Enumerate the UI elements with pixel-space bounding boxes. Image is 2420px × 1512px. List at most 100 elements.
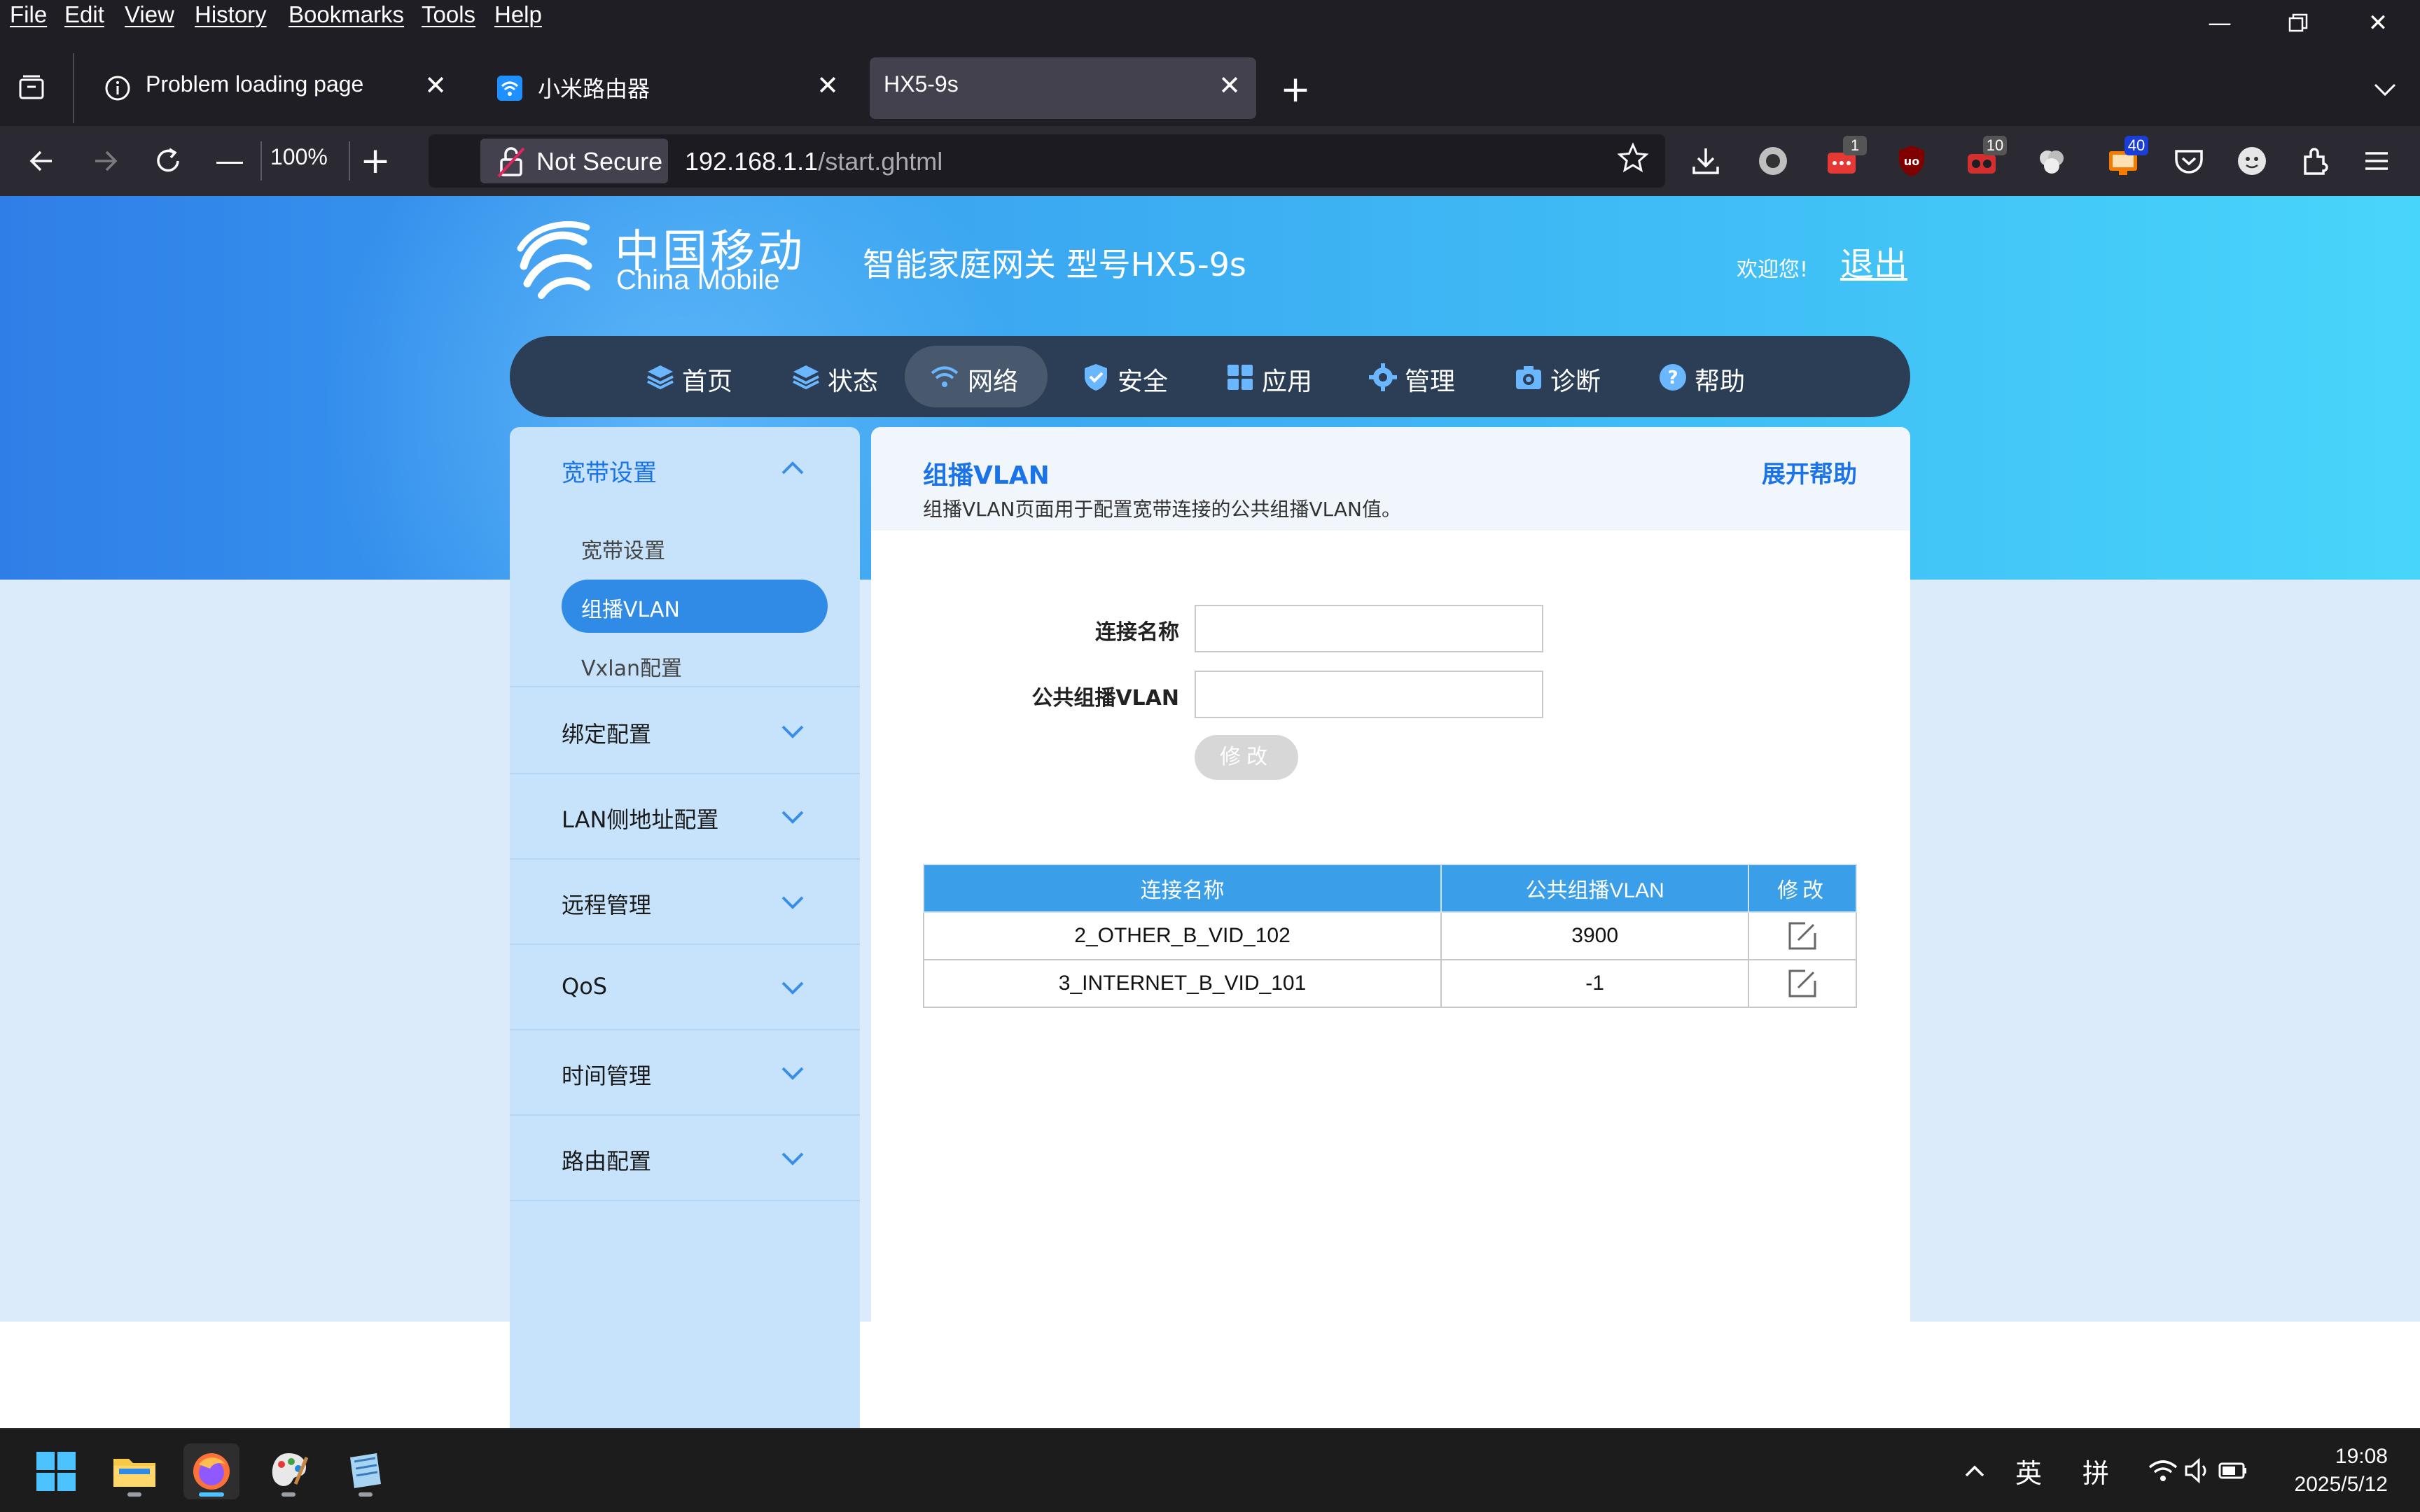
forward-button[interactable] — [83, 139, 127, 183]
sidebar-group-lan[interactable]: LAN侧地址配置 — [510, 774, 860, 860]
star-icon — [1617, 142, 1649, 173]
start-button[interactable] — [28, 1443, 84, 1499]
multicast-vlan-input[interactable] — [1195, 671, 1543, 718]
nav-apps[interactable]: 应用 — [1225, 346, 1330, 407]
url-bar[interactable]: Not Secure 192.168.1.1/start.ghtml — [429, 134, 1665, 188]
reload-icon — [157, 148, 179, 172]
nav-help[interactable]: ? 帮助 — [1658, 346, 1763, 407]
sidebar-group-label: LAN侧地址配置 — [562, 806, 719, 833]
shield-icon — [1085, 364, 1107, 391]
extension-c-button[interactable]: 10 — [1963, 136, 2007, 179]
nav-management[interactable]: 管理 — [1368, 346, 1473, 407]
sidebar-group-label: 宽带设置 — [562, 459, 657, 487]
nav-status[interactable]: 状态 — [791, 346, 896, 407]
sidebar-item-multicast-vlan[interactable]: 组播VLAN — [562, 580, 828, 633]
account-button[interactable] — [2234, 143, 2270, 179]
connection-name-input[interactable] — [1195, 605, 1543, 652]
chevron-up-icon — [1965, 1465, 1984, 1477]
tab-manager-icon — [19, 75, 44, 99]
logout-link[interactable]: 退出 — [1840, 237, 1907, 286]
downloads-button[interactable] — [1688, 143, 1724, 179]
tab-xiaomi-router[interactable]: 小米路由器 ✕ — [476, 57, 854, 119]
nav-network[interactable]: 网络 — [905, 346, 1048, 407]
tab-divider — [73, 53, 74, 123]
not-secure-label: Not Secure — [536, 147, 663, 176]
pocket-button[interactable] — [2171, 143, 2207, 179]
sidebar-group-qos[interactable]: QoS — [510, 945, 860, 1030]
nav-label: 网络 — [968, 368, 1019, 396]
tab-close-button[interactable]: ✕ — [816, 70, 839, 101]
nav-label: 安全 — [1118, 368, 1169, 396]
row-edit-button[interactable] — [1748, 911, 1857, 960]
zoom-in-button[interactable]: + — [353, 139, 398, 183]
minimize-button[interactable]: — — [2199, 6, 2241, 41]
reload-button[interactable] — [146, 139, 190, 183]
sidebar-item-broadband-settings[interactable]: 宽带设置 — [562, 521, 828, 574]
extension-d-button[interactable] — [2033, 143, 2070, 179]
tab-close-button[interactable]: ✕ — [424, 70, 447, 101]
ublock-origin-button[interactable]: uo — [1893, 143, 1930, 179]
sidebar-group-routing[interactable]: 路由配置 — [510, 1116, 860, 1201]
menu-edit[interactable]: Edit — [64, 1, 104, 28]
extension-e-button[interactable]: 40 — [2105, 136, 2148, 179]
tab-hx5-active[interactable]: HX5-9s ✕ — [870, 57, 1256, 119]
extensions-button[interactable] — [2297, 143, 2333, 179]
cell-multicast-vlan: -1 — [1440, 959, 1750, 1008]
url-text[interactable]: 192.168.1.1/start.ghtml — [685, 147, 943, 176]
zoom-out-button[interactable]: — — [207, 139, 252, 183]
app-menu-button[interactable] — [2358, 143, 2395, 179]
ime-language-indicator[interactable]: 英 — [2015, 1452, 2042, 1490]
sidebar-group-remote[interactable]: 远程管理 — [510, 860, 860, 945]
menu-help[interactable]: Help — [494, 1, 542, 28]
tab-problem-loading[interactable]: Problem loading page ✕ — [84, 57, 462, 119]
bookmark-star-button[interactable] — [1616, 141, 1658, 181]
tab-close-button[interactable]: ✕ — [1218, 70, 1241, 101]
svg-text:?: ? — [1667, 368, 1678, 388]
chevron-down-icon — [781, 896, 804, 909]
tab-list-button[interactable] — [14, 70, 56, 112]
running-indicator — [127, 1492, 141, 1497]
tray-overflow-button[interactable] — [1958, 1455, 1991, 1488]
notepad-taskbar-button[interactable] — [338, 1443, 394, 1499]
list-all-tabs-button[interactable] — [2364, 69, 2406, 111]
clock-time[interactable]: 19:08 — [2297, 1445, 2388, 1469]
gear-icon — [1369, 363, 1397, 391]
sidebar-item-label: 组播VLAN — [581, 598, 680, 622]
menu-file[interactable]: File — [10, 1, 47, 28]
ublock-shield-icon: uo — [1899, 146, 1924, 176]
file-explorer-taskbar-button[interactable] — [106, 1443, 162, 1499]
sidebar-item-vxlan[interactable]: Vxlan配置 — [562, 638, 828, 692]
new-tab-button[interactable]: + — [1274, 69, 1316, 111]
clock-date[interactable]: 2025/5/12 — [2269, 1473, 2388, 1497]
extension-badge: 1 — [1843, 136, 1867, 155]
expand-help-link[interactable]: 展开帮助 — [1762, 455, 1857, 489]
close-window-button[interactable]: ✕ — [2357, 6, 2399, 41]
firefox-taskbar-button[interactable] — [183, 1443, 239, 1499]
nav-diagnostics[interactable]: 诊断 — [1514, 346, 1619, 407]
extension-a-button[interactable]: 1 — [1823, 136, 1867, 179]
not-secure-indicator[interactable]: Not Secure — [480, 139, 668, 183]
menu-history[interactable]: History — [195, 1, 267, 28]
back-button[interactable] — [20, 139, 64, 183]
paint-taskbar-button[interactable] — [260, 1443, 317, 1499]
table-row: 3_INTERNET_B_VID_101 -1 — [922, 959, 1857, 1008]
cloud-flower-icon — [2040, 150, 2064, 174]
zoom-level[interactable]: 100% — [270, 144, 328, 170]
menu-tools[interactable]: Tools — [422, 1, 475, 28]
sidebar-group-time[interactable]: 时间管理 — [510, 1030, 860, 1116]
quick-settings-button[interactable] — [2146, 1453, 2251, 1490]
restore-icon — [2288, 13, 2308, 32]
extension-record-button[interactable] — [1755, 143, 1791, 179]
modify-button[interactable]: 修改 — [1195, 735, 1298, 780]
menu-view[interactable]: View — [125, 1, 174, 28]
menu-bookmarks[interactable]: Bookmarks — [288, 1, 404, 28]
row-edit-button[interactable] — [1748, 959, 1857, 1008]
nav-security[interactable]: 安全 — [1081, 346, 1186, 407]
sidebar-group-binding[interactable]: 绑定配置 — [510, 689, 860, 774]
sidebar-group-header[interactable]: 宽带设置 — [510, 427, 860, 512]
nav-label: 首页 — [682, 368, 733, 396]
ime-mode-indicator[interactable]: 拼 — [2082, 1452, 2109, 1490]
extension-badge: 40 — [2125, 136, 2148, 155]
restore-button[interactable] — [2277, 6, 2319, 41]
nav-home[interactable]: 首页 — [646, 346, 751, 407]
